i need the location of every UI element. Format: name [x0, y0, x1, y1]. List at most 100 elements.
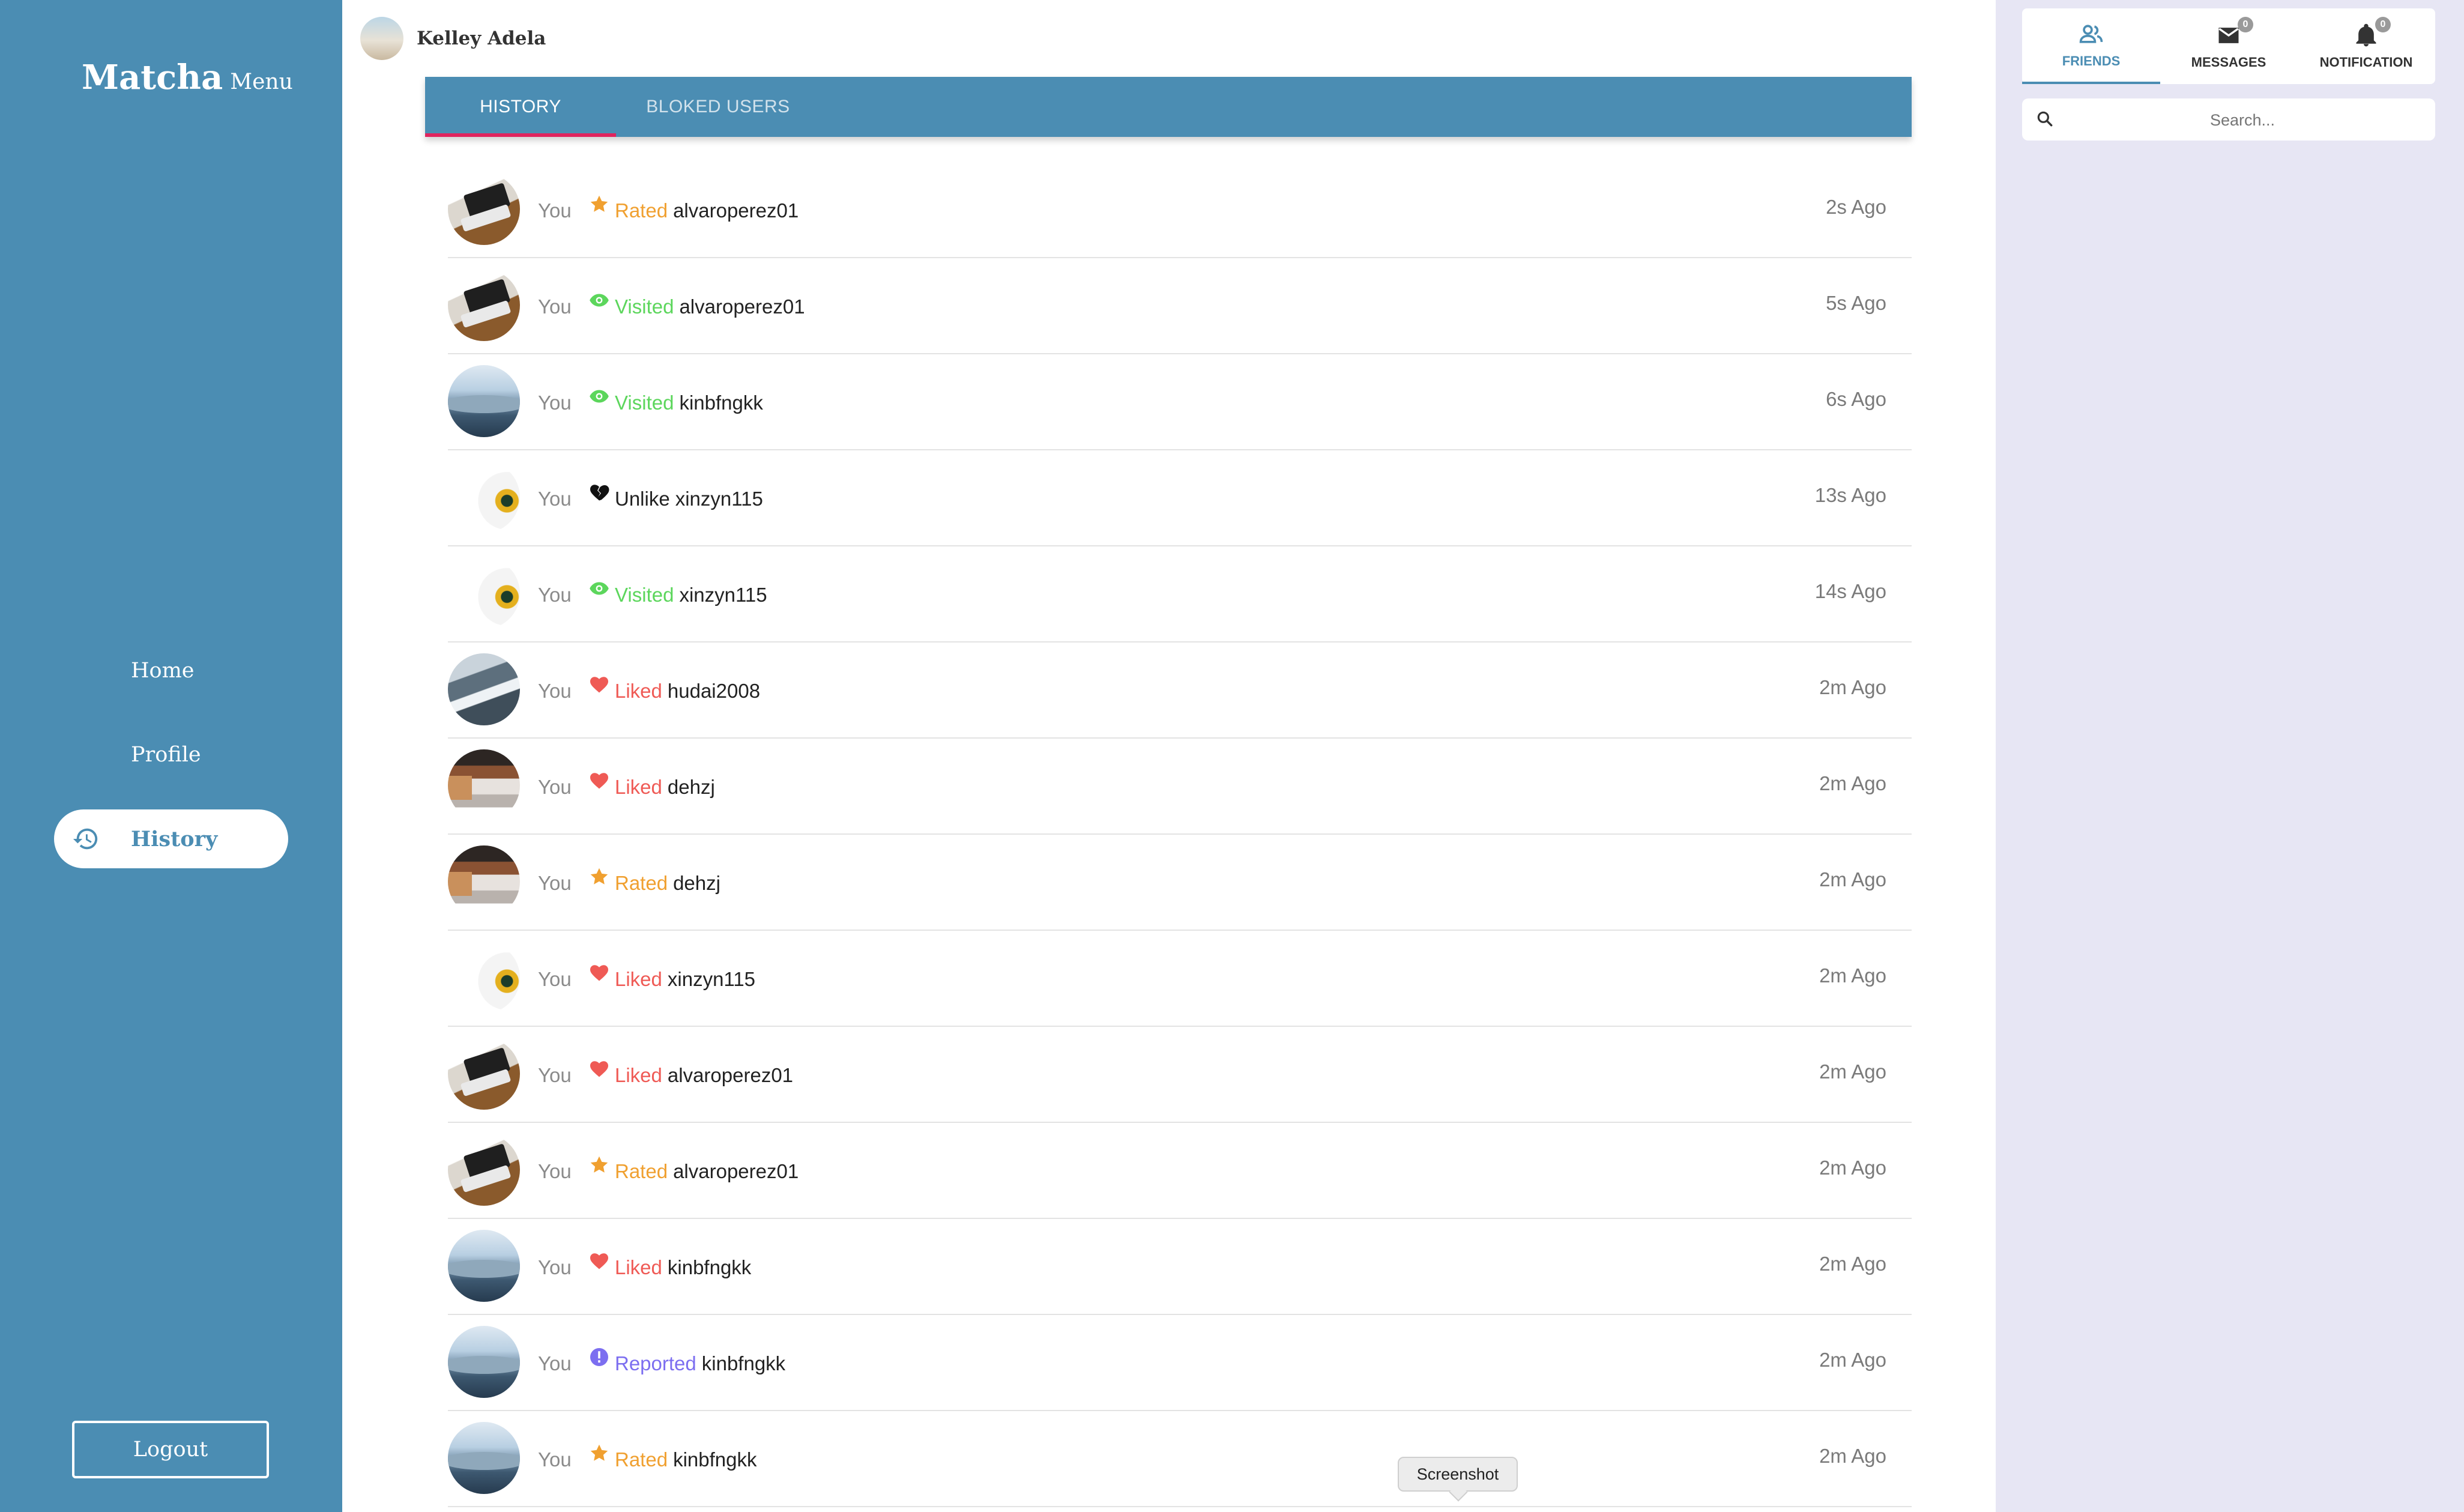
history-action-label: Liked	[615, 680, 662, 702]
avatar[interactable]	[448, 365, 520, 437]
history-actor: You	[538, 968, 572, 990]
avatar[interactable]	[448, 1422, 520, 1494]
avatar[interactable]	[448, 461, 520, 533]
tab-history[interactable]: HISTORY	[425, 77, 616, 137]
avatar[interactable]	[448, 557, 520, 629]
history-action-label: Visited	[615, 392, 674, 414]
tab-friends[interactable]: FRIENDS	[2022, 8, 2160, 84]
tab-blocked-users[interactable]: BLOKED USERS	[616, 77, 820, 137]
broken-heart-icon	[590, 485, 609, 501]
history-action: Rated alvaroperez01	[615, 199, 799, 222]
avatar[interactable]	[448, 1134, 520, 1206]
history-target-user[interactable]: dehzj	[673, 872, 720, 894]
sidebar-item-home[interactable]: Home	[54, 641, 288, 700]
history-time: 2m Ago	[1819, 1060, 1886, 1083]
history-action-label: Rated	[615, 1160, 668, 1182]
history-target-user[interactable]: alvaroperez01	[673, 199, 799, 222]
history-action-label: Liked	[615, 968, 662, 990]
star-icon	[590, 868, 608, 885]
history-action: Liked hudai2008	[615, 680, 760, 703]
tab-notification[interactable]: NOTIFICATION 0	[2297, 8, 2435, 84]
history-actor: You	[538, 199, 572, 222]
history-time: 14s Ago	[1814, 580, 1886, 602]
sidebar: Matcha Menu Home Profile History Logout	[0, 0, 342, 1512]
tab-messages[interactable]: MESSAGES 0	[2160, 8, 2298, 84]
history-actor: You	[538, 1448, 572, 1471]
history-target-user[interactable]: kinbfngkk	[702, 1352, 785, 1374]
history-target-user[interactable]: kinbfngkk	[668, 1256, 751, 1278]
sidebar-item-profile[interactable]: Profile	[54, 725, 288, 784]
history-action-label: Rated	[615, 199, 668, 222]
history-actor: You	[538, 680, 572, 702]
history-target-user[interactable]: alvaroperez01	[679, 295, 805, 318]
search-icon	[2037, 111, 2053, 127]
history-actor: You	[538, 1160, 572, 1182]
eye-icon	[590, 390, 609, 403]
search-box	[2022, 98, 2435, 142]
history-time: 2m Ago	[1819, 676, 1886, 698]
history-time: 2m Ago	[1819, 964, 1886, 987]
avatar[interactable]	[448, 653, 520, 725]
history-action-label: Reported	[615, 1352, 696, 1374]
notification-count-badge: 0	[2375, 17, 2391, 32]
brand-menu-label: Menu	[230, 70, 293, 94]
history-actor: You	[538, 1064, 572, 1086]
history-row: You Liked xinzyn115 2m Ago	[448, 931, 1912, 1027]
history-actor: You	[538, 872, 572, 894]
history-action: Visited xinzyn115	[615, 584, 767, 606]
history-action-label: Visited	[615, 584, 674, 606]
history-action-label: Unlike	[615, 488, 670, 510]
heart-icon	[590, 1253, 608, 1269]
history-action-label: Liked	[615, 1256, 662, 1278]
history-time: 2m Ago	[1819, 772, 1886, 794]
tab-label: NOTIFICATION	[2319, 55, 2413, 70]
right-panel: FRIENDS MESSAGES 0 NOTIFICATION 0	[1996, 0, 2464, 1512]
history-target-user[interactable]: xinzyn115	[668, 968, 755, 990]
history-target-user[interactable]: kinbfngkk	[673, 1448, 756, 1471]
avatar[interactable]	[448, 1230, 520, 1302]
tab-label: MESSAGES	[2191, 55, 2266, 70]
history-time: 2m Ago	[1819, 1349, 1886, 1371]
eye-icon	[590, 582, 609, 595]
sidebar-item-label: Home	[131, 659, 195, 683]
history-actor: You	[538, 1352, 572, 1374]
history-action: Visited kinbfngkk	[615, 392, 763, 414]
avatar[interactable]	[448, 269, 520, 341]
avatar[interactable]	[448, 173, 520, 245]
history-target-user[interactable]: kinbfngkk	[679, 392, 762, 414]
history-target-user[interactable]: alvaroperez01	[668, 1064, 793, 1086]
avatar[interactable]	[448, 845, 520, 918]
avatar[interactable]	[360, 17, 403, 60]
history-row: You Reported kinbfngkk 2m Ago	[448, 1315, 1912, 1411]
history-row: You Liked dehzj 2m Ago	[448, 739, 1912, 835]
history-actor: You	[538, 776, 572, 798]
sidebar-item-history[interactable]: History	[54, 809, 288, 868]
tab-bar: HISTORY BLOKED USERS	[425, 77, 1912, 137]
brand-logo: Matcha Menu	[82, 58, 293, 97]
history-target-user[interactable]: xinzyn115	[675, 488, 763, 510]
history-action: Visited alvaroperez01	[615, 295, 805, 318]
history-row: You Visited kinbfngkk 6s Ago	[448, 354, 1912, 450]
history-row: You Unlike xinzyn115 13s Ago	[448, 450, 1912, 546]
avatar[interactable]	[448, 942, 520, 1014]
history-target-user[interactable]: xinzyn115	[679, 584, 767, 606]
star-icon	[590, 1444, 608, 1461]
heart-icon	[590, 965, 608, 981]
avatar[interactable]	[448, 1326, 520, 1398]
logout-button[interactable]: Logout	[72, 1421, 269, 1478]
avatar[interactable]	[448, 749, 520, 821]
history-action: Liked xinzyn115	[615, 968, 755, 991]
history-row: You Rated kinbfngkk 2m Ago	[448, 1411, 1912, 1507]
avatar[interactable]	[448, 1038, 520, 1110]
history-target-user[interactable]: alvaroperez01	[673, 1160, 799, 1182]
history-target-user[interactable]: hudai2008	[668, 680, 760, 702]
history-time: 13s Ago	[1814, 484, 1886, 506]
history-target-user[interactable]: dehzj	[668, 776, 715, 798]
history-row: You Liked alvaroperez01 2m Ago	[448, 1027, 1912, 1123]
history-action-label: Rated	[615, 872, 668, 894]
history-action-label: Visited	[615, 295, 674, 318]
search-input[interactable]	[2064, 98, 2421, 142]
friends-icon	[2079, 25, 2103, 43]
history-row: You Visited xinzyn115 14s Ago	[448, 546, 1912, 643]
sidebar-item-label: History	[131, 826, 218, 851]
